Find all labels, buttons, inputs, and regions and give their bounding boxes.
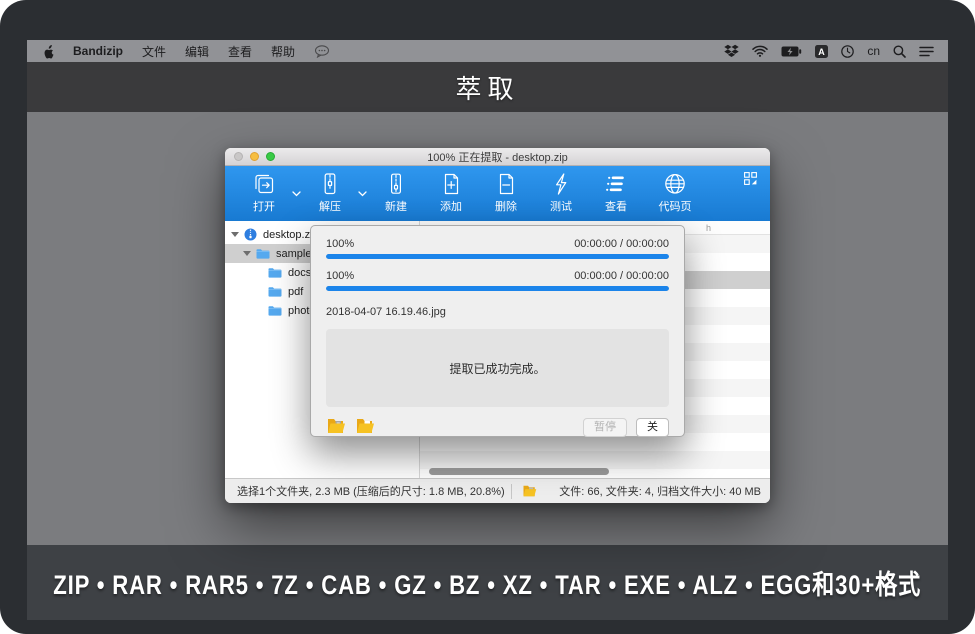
progress-percent: 100% [326,238,354,250]
tool-label: 打开 [253,198,275,214]
zoom-button[interactable] [266,152,275,161]
menu-item-file[interactable]: 文件 [142,43,166,60]
folder-icon [268,305,282,316]
open-dropdown-chevron[interactable] [292,184,301,202]
progress-percent: 100% [326,270,354,282]
tree-item-label: pdf [288,286,303,298]
tool-label: 测试 [550,198,572,214]
progress-fill [326,254,669,259]
progress-bar-total [326,254,669,259]
window-title: 100% 正在提取 - desktop.zip [427,149,568,165]
dialog-footer: 暂停 关 [326,417,669,438]
battery-icon[interactable] [781,46,802,57]
svg-text:A: A [819,47,826,57]
tool-label: 查看 [605,198,627,214]
test-button[interactable]: 测试 [538,171,584,214]
close-button[interactable] [234,152,243,161]
macos-screen: Bandizip 文件 编辑 查看 帮助 [27,40,948,620]
window-titlebar[interactable]: 100% 正在提取 - desktop.zip [225,148,770,166]
menu-item-edit[interactable]: 编辑 [185,43,209,60]
extract-icon [317,171,343,197]
view-button[interactable]: 查看 [593,171,639,214]
hero-title: 萃取 [455,69,519,106]
progress-bar-current [326,286,669,291]
delete-button[interactable]: 删除 [483,171,529,214]
menu-app-name[interactable]: Bandizip [73,44,123,58]
open-archive-icon [251,171,277,197]
tree-item-label: docs [288,267,311,279]
apple-menu-icon[interactable] [41,44,54,59]
result-message-box: 提取已成功完成。 [326,329,669,407]
toolbar: 打开 解压 [225,166,770,221]
add-button[interactable]: 添加 [428,171,474,214]
open-folder-destination-icon[interactable] [355,417,375,438]
status-divider [511,484,512,499]
folder-icon [268,267,282,278]
status-selection-text: 选择1个文件夹, 2.3 MB (压缩后的尺寸: 1.8 MB, 20.8%) [237,483,505,499]
codepage-globe-icon [662,171,688,197]
test-lightning-icon [548,171,574,197]
wifi-icon[interactable] [752,45,768,57]
progress-time: 00:00:00 / 00:00:00 [574,270,669,282]
folder-icon [256,248,270,259]
status-folder-icon [522,484,537,498]
chat-bubble-icon[interactable] [314,45,330,58]
supported-formats-text: ZIP • RAR • RAR5 • 7Z • CAB • GZ • BZ • … [54,563,922,602]
hero-header: 萃取 [27,62,948,112]
folder-icon [268,286,282,297]
dialog-close-button[interactable]: 关 [636,418,669,437]
desktop: 100% 正在提取 - desktop.zip 打开 [27,112,948,545]
extract-progress-dialog: 100% 00:00:00 / 00:00:00 100% 00:00:00 /… [310,225,685,437]
codepage-button[interactable]: 代码页 [648,171,702,214]
add-file-icon [438,171,464,197]
horizontal-scrollbar[interactable] [429,468,609,475]
tree-item-label: sample [276,248,311,260]
notification-center-icon[interactable] [919,46,934,57]
open-button[interactable]: 打开 [241,171,287,214]
result-message: 提取已成功完成。 [449,360,545,377]
search-icon[interactable] [893,45,906,58]
new-archive-button[interactable]: 新建 [373,171,419,214]
new-archive-icon [383,171,409,197]
screen-bezel: Bandizip 文件 编辑 查看 帮助 [0,0,975,634]
progress-time: 00:00:00 / 00:00:00 [574,238,669,250]
promo-canvas: Bandizip 文件 编辑 查看 帮助 [0,0,975,634]
status-archive-text: 文件: 66, 文件夹: 4, 归档文件大小: 40 MB [559,483,761,499]
current-file-name: 2018-04-07 16.19.46.jpg [326,306,669,318]
menu-bar: Bandizip 文件 编辑 查看 帮助 [27,40,948,62]
input-source-icon[interactable]: A [815,45,828,58]
delete-file-icon [493,171,519,197]
clock-icon[interactable] [841,45,854,58]
formats-band: ZIP • RAR • RAR5 • 7Z • CAB • GZ • BZ • … [27,545,948,620]
tool-label: 添加 [440,198,462,214]
pause-button[interactable]: 暂停 [583,418,627,437]
column-header-fragment: h [706,223,711,233]
extract-dropdown-chevron[interactable] [358,184,367,202]
traffic-lights [234,152,275,161]
tool-label: 解压 [319,198,341,214]
minimize-button[interactable] [250,152,259,161]
disclosure-triangle-icon[interactable] [231,232,239,237]
menu-item-view[interactable]: 查看 [228,43,252,60]
archive-zip-icon [244,228,257,241]
tool-label: 删除 [495,198,517,214]
progress-fill [326,286,669,291]
tool-label: 新建 [385,198,407,214]
disclosure-triangle-icon[interactable] [243,251,251,256]
open-folder-archive-icon[interactable] [326,417,346,438]
extract-button[interactable]: 解压 [307,171,353,214]
list-row[interactable] [420,451,770,469]
language-indicator[interactable]: cn [867,44,880,58]
dropbox-icon[interactable] [724,44,739,58]
view-list-icon [603,171,629,197]
layout-toggle-icon[interactable] [744,172,757,190]
tool-label: 代码页 [659,198,692,214]
status-bar: 选择1个文件夹, 2.3 MB (压缩后的尺寸: 1.8 MB, 20.8%) … [225,478,770,503]
menu-item-help[interactable]: 帮助 [271,43,295,60]
